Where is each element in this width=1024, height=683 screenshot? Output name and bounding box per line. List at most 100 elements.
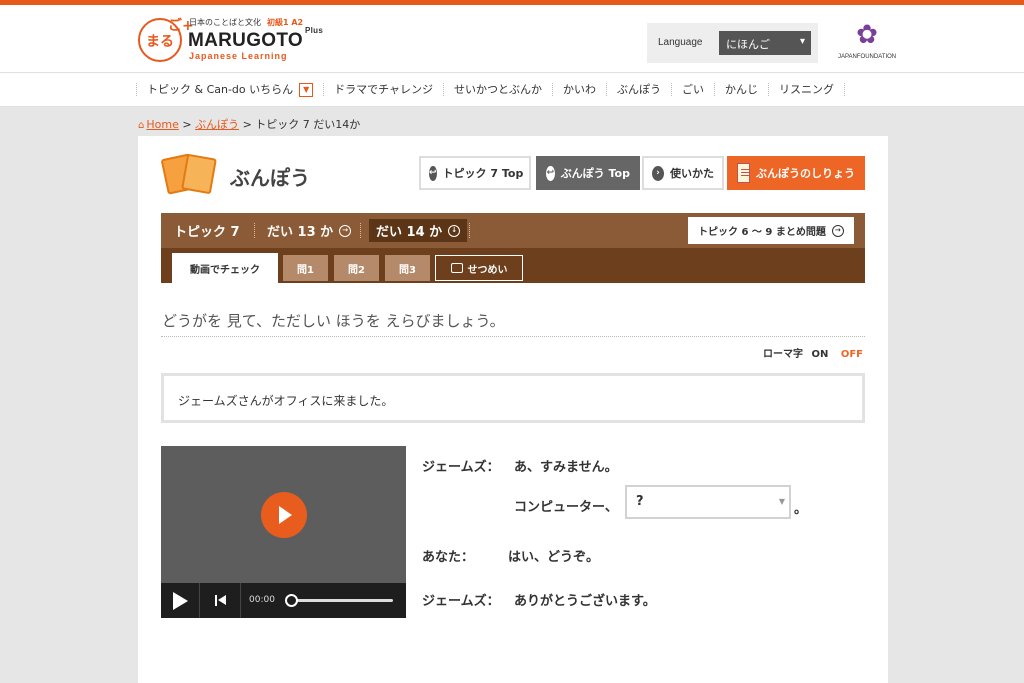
nav-item-label: リスニング [779,83,835,96]
romaji-toggle: ローマ字 ON OFF [763,345,863,360]
arrow-down-icon: ↓ [448,224,461,237]
tab-explanation[interactable]: せつめい [435,255,523,281]
home-icon: ⌂ [138,120,145,131]
chevron-down-icon[interactable]: ▼ [299,82,314,97]
butterfly-icon: ✿ [856,20,878,50]
dialogue-speaker: あなた： [422,550,475,565]
arrow-right-icon: → [339,224,352,237]
lesson-bar: トピック 7 だい 13 か → だい 14 か ↓ トピック 6 ～ 9 まと… [161,213,865,248]
books-icon [160,152,220,195]
romaji-on-button[interactable]: ON [811,349,828,360]
grammar-notes-button[interactable]: ぶんぽうのしりょう [727,156,865,190]
tab-question-3[interactable]: 問3 [385,255,430,281]
logo-plus: Plus [305,25,324,35]
dialogue-line: ありがとうございます。 [514,594,656,609]
nav-item-kanji[interactable]: かんじ [714,83,768,96]
language-label: Language [658,37,703,48]
dialogue-line: あ、すみません。 [514,460,618,475]
lesson-13-link[interactable]: だい 13 か → [267,213,352,248]
lesson-13-label: だい 13 か [267,225,334,240]
logo-main-text: MARUGOTO [188,30,303,51]
nav-item-label: かいわ [563,83,597,96]
answer-select[interactable]: ? ▼ [625,485,791,519]
nav-item-listening[interactable]: リスニング [768,83,846,96]
back-arrow-icon: ↩ [429,165,437,181]
progress-track[interactable] [289,599,393,602]
page-title: ぶんぽう [230,166,310,190]
partner-logo-text: JAPANFOUNDATION [838,54,897,60]
logo-level: 初級1 A2 [267,18,304,27]
document-icon [737,163,750,183]
breadcrumb-home-link[interactable]: Home [146,118,178,131]
progress-handle[interactable] [285,594,298,607]
tab-explanation-label: せつめい [467,264,508,276]
logo-title[interactable]: MARUGOTO Plus [188,26,323,52]
summary-label: トピック 6 ～ 9 まとめ問題 [698,227,826,238]
nav-item-culture[interactable]: せいかつとぶんか [443,83,552,96]
howto-button[interactable]: › 使いかた [642,156,724,190]
nav-item-label: せいかつとぶんか [454,83,543,96]
nav-item-conversation[interactable]: かいわ [552,83,606,96]
japan-foundation-logo[interactable]: ✿ JAPANFOUNDATION [838,20,896,66]
nav-item-label: ぶんぽう [617,83,662,96]
speech-bubble-icon [450,263,463,273]
language-switcher: Language にほんご ▾ [647,23,818,63]
scene-description: ジェームズさんがオフィスに来ました。 [161,373,865,423]
main-nav: トピック & Can-do いちらん ▼ ドラマでチャレンジ せいかつとぶんか … [0,72,1024,107]
grammar-notes-label: ぶんぽうのしりょう [756,167,855,180]
main-content: ぶんぽう ↩ トピック 7 Top ↩ ぶんぽう Top › 使いかた ぶんぽう… [138,136,888,683]
romaji-label: ローマ字 [763,349,803,360]
tab-question-2[interactable]: 問2 [334,255,379,281]
logo-subtitle: 日本のことばと文化 初級1 A2 [189,17,303,28]
rewind-icon[interactable] [215,595,227,606]
video-controls: 00:00 [161,583,406,618]
nav-item-drama[interactable]: ドラマでチャレンジ [323,83,443,96]
nav-item-vocabulary[interactable]: ごい [671,83,714,96]
breadcrumb-separator: > [182,118,192,131]
topic-top-label: トピック 7 Top [442,167,524,180]
topic-top-button[interactable]: ↩ トピック 7 Top [419,156,531,190]
dialogue-line: はい、どうぞ。 [508,550,600,565]
chevron-down-icon: ▼ [778,497,785,506]
arrow-right-icon: › [652,165,664,181]
lesson-14-current[interactable]: だい 14 か ↓ [369,219,468,242]
lesson-bar-topic: トピック 7 [174,225,240,240]
play-button[interactable] [173,592,188,610]
summary-questions-button[interactable]: トピック 6 ～ 9 まとめ問題 → [688,217,854,244]
play-icon[interactable] [261,492,307,538]
divider [161,336,865,337]
bunpou-top-button[interactable]: ↩ ぶんぽう Top [536,156,640,190]
breadcrumb-section-link[interactable]: ぶんぽう [195,118,239,131]
time-display: 00:00 [249,595,275,605]
lesson-14-label: だい 14 か [376,225,443,240]
dialogue-speaker: ジェームズ： [422,460,500,475]
bunpou-top-label: ぶんぽう Top [560,167,630,180]
language-select[interactable]: にほんご ▾ [719,31,811,55]
tab-video-check[interactable]: 動画でチェック [172,253,278,283]
language-value: にほんご [726,38,770,51]
tab-question-1[interactable]: 問1 [283,255,328,281]
breadcrumb-separator: > [242,118,252,131]
logo-sub-text: 日本のことばと文化 [189,18,261,27]
back-arrow-icon: ↩ [546,165,555,181]
nav-item-topic-cando[interactable]: トピック & Can-do いちらん ▼ [136,82,323,97]
divider [469,223,470,238]
arrow-right-icon: → [831,224,844,237]
nav-item-label: トピック & Can-do いちらん [147,83,294,96]
instruction-text: どうがを 見て、ただしい ほうを えらびましょう。 [162,312,505,330]
chevron-down-icon: ▾ [799,36,805,47]
dialogue-speaker: ジェームズ： [422,594,500,609]
divider [254,223,255,238]
answer-select-value: ? [636,494,644,509]
logo-tagline: Japanese Learning [189,51,288,61]
nav-item-label: かんじ [725,83,759,96]
divider [360,223,361,238]
howto-label: 使いかた [670,167,714,180]
video-player[interactable]: 00:00 [161,446,406,618]
romaji-off-button[interactable]: OFF [841,349,863,360]
dialogue-line: コンピューター、 [514,500,618,515]
nav-item-grammar[interactable]: ぶんぽう [606,83,671,96]
tab-bar: 動画でチェック 問1 問2 問3 せつめい [161,248,865,283]
breadcrumb-current: トピック 7 だい14か [255,118,361,131]
nav-item-label: ドラマでチャレンジ [334,83,434,96]
